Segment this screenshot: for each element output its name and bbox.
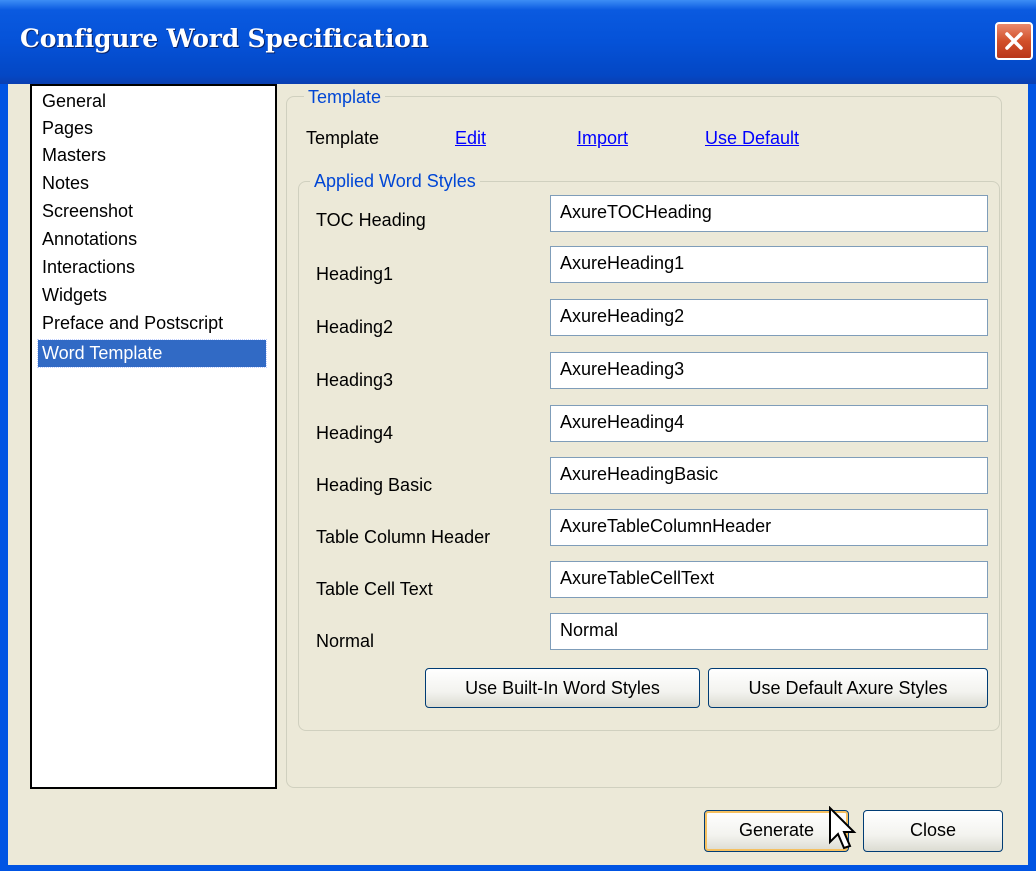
nav-item-notes[interactable]: Notes [38,170,266,197]
nav-item-pages[interactable]: Pages [38,115,266,142]
nav-item-screenshot[interactable]: Screenshot [38,198,266,225]
template-group-title: Template [304,87,386,108]
window-title: Configure Word Specification [20,24,429,53]
dialog-client-area: General Pages Masters Notes Screenshot A… [8,84,1028,865]
style-label-heading-basic: Heading Basic [316,475,433,495]
style-label-normal: Normal [316,631,375,651]
style-label-heading4: Heading4 [316,423,394,443]
close-window-button[interactable] [995,22,1033,60]
style-label-heading1: Heading1 [316,264,394,284]
nav-item-word-template[interactable]: Word Template [37,339,267,368]
category-list[interactable]: General Pages Masters Notes Screenshot A… [30,84,277,789]
close-button[interactable]: Close [863,810,1003,852]
title-bar[interactable]: Configure Word Specification [0,0,1036,84]
style-field-heading2[interactable]: AxureHeading2 [550,299,988,336]
style-field-heading-basic[interactable]: AxureHeadingBasic [550,457,988,494]
nav-item-widgets[interactable]: Widgets [38,282,266,309]
template-label: Template [306,128,380,148]
style-field-heading1[interactable]: AxureHeading1 [550,246,988,283]
import-link[interactable]: Import [577,128,628,149]
style-field-heading3[interactable]: AxureHeading3 [550,352,988,389]
style-field-normal[interactable]: Normal [550,613,988,650]
dialog-window: Configure Word Specification General Pag… [0,0,1036,871]
style-field-heading4[interactable]: AxureHeading4 [550,405,988,442]
style-label-table-column-header: Table Column Header [316,527,491,547]
nav-item-preface-postscript[interactable]: Preface and Postscript [38,310,266,337]
nav-item-annotations[interactable]: Annotations [38,226,266,253]
edit-link[interactable]: Edit [455,128,486,149]
use-default-axure-styles-button[interactable]: Use Default Axure Styles [708,668,988,708]
style-label-heading3: Heading3 [316,370,394,390]
styles-group-title: Applied Word Styles [310,171,480,192]
style-label-heading2: Heading2 [316,317,394,337]
use-default-link[interactable]: Use Default [705,128,799,149]
style-field-table-column-header[interactable]: AxureTableColumnHeader [550,509,988,546]
nav-item-masters[interactable]: Masters [38,142,266,169]
close-x-icon [1005,32,1023,50]
mouse-pointer-icon [829,806,857,850]
style-field-toc-heading[interactable]: AxureTOCHeading [550,195,988,232]
use-builtin-word-styles-button[interactable]: Use Built-In Word Styles [425,668,700,708]
style-field-table-cell-text[interactable]: AxureTableCellText [550,561,988,598]
nav-item-interactions[interactable]: Interactions [38,254,266,281]
nav-item-general[interactable]: General [38,88,266,115]
style-label-toc-heading: TOC Heading [316,210,426,230]
style-label-table-cell-text: Table Cell Text [316,579,433,599]
